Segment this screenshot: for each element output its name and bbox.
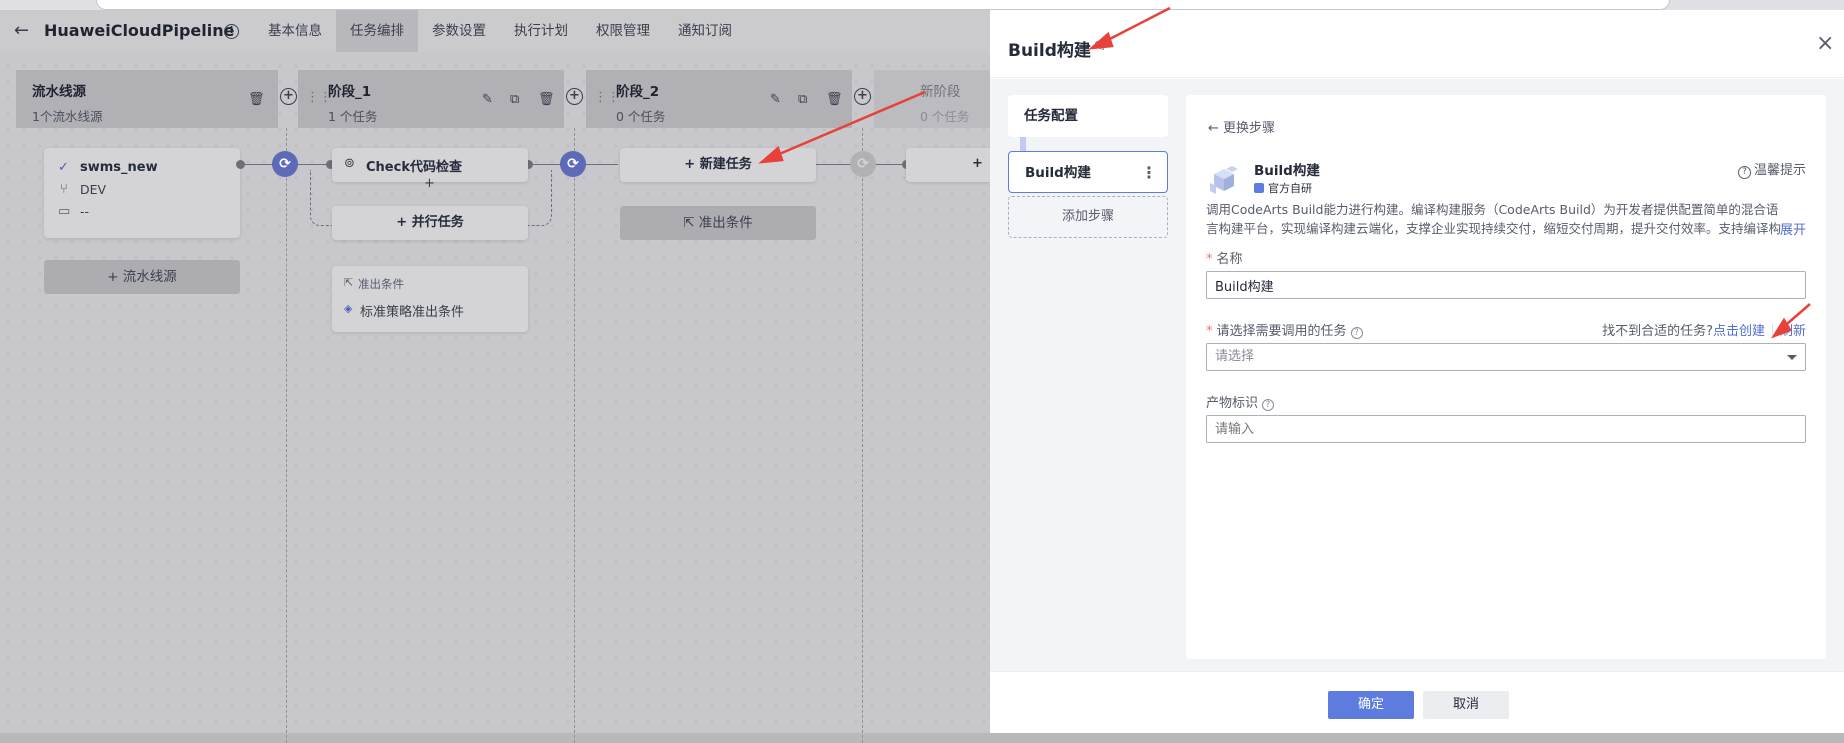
annotation-arrowhead (1088, 31, 1114, 50)
annotation-arrows (758, 6, 1811, 339)
annotation-arrow-new-task (769, 90, 926, 160)
annotation-arrowhead (758, 145, 784, 164)
